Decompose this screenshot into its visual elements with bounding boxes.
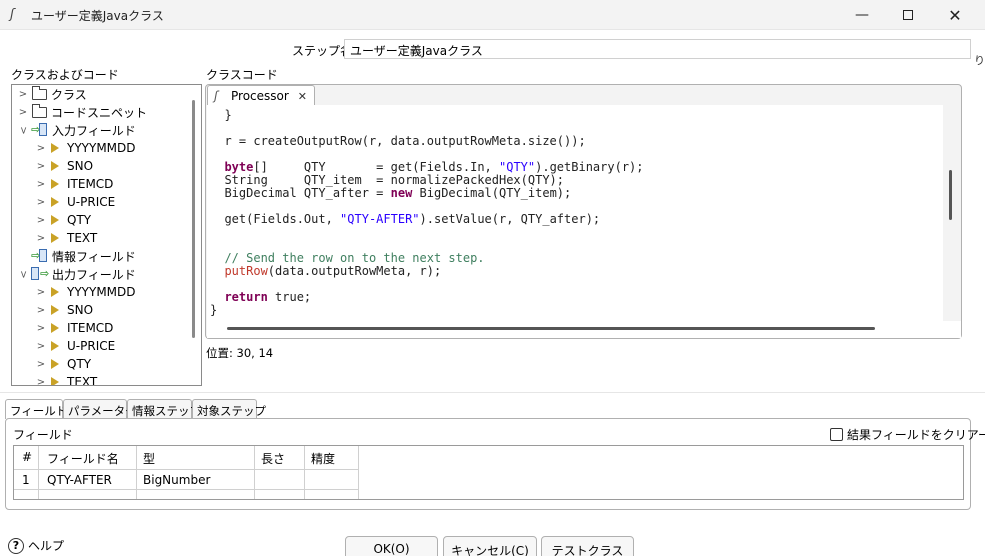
field-icon — [51, 179, 59, 189]
tree-item-field[interactable]: > SNO — [35, 301, 93, 319]
step-name-input[interactable]: ユーザー定義Javaクラス — [344, 39, 971, 59]
chevron-right-icon[interactable]: > — [35, 143, 47, 154]
help-button[interactable]: ? ヘルプ — [8, 537, 64, 554]
tab-processor[interactable]: ʃ Processor ✕ — [207, 85, 315, 106]
class-tree[interactable]: > クラス > コードスニペット > ⇨ 入力フィールド > YYYYMMDD … — [11, 84, 202, 386]
chevron-right-icon[interactable]: > — [17, 107, 29, 118]
cancel-button[interactable]: キャンセル(C) — [443, 536, 537, 556]
field-icon — [51, 197, 59, 207]
title-bar: ʃ ユーザー定義Javaクラス — ✕ — [0, 0, 985, 30]
field-icon — [51, 341, 59, 351]
tree-item-info-fields[interactable]: ⇨ 情報フィールド — [29, 247, 136, 265]
tree-item-field[interactable]: > TEXT — [35, 373, 97, 386]
clipped-edge-text: り — [974, 54, 985, 67]
chevron-right-icon[interactable]: > — [17, 89, 29, 100]
chevron-right-icon[interactable]: > — [35, 341, 47, 352]
code-editor[interactable]: } r = createOutputRow(r, data.outputRowM… — [207, 105, 943, 321]
tree-item-field[interactable]: > U-PRICE — [35, 193, 115, 211]
divider — [0, 392, 985, 393]
field-icon — [51, 359, 59, 369]
chevron-down-icon[interactable]: > — [18, 124, 29, 136]
chevron-right-icon[interactable]: > — [35, 215, 47, 226]
step-name-label: ステップ名 — [292, 44, 353, 58]
code-line[interactable]: r = createOutputRow(r, data.outputRowMet… — [210, 135, 585, 148]
tree-item-classes[interactable]: > クラス — [17, 85, 87, 103]
code-line[interactable]: } — [210, 109, 231, 122]
column-header: # — [22, 450, 33, 464]
code-line[interactable]: return true; — [210, 291, 311, 304]
tree-item-field[interactable]: > ITEMCD — [35, 175, 114, 193]
tab-fields[interactable]: フィールド — [5, 399, 67, 419]
tree-scrollbar[interactable] — [192, 100, 195, 338]
code-vertical-scrollbar[interactable] — [949, 170, 952, 220]
chevron-right-icon[interactable]: > — [35, 359, 47, 370]
chevron-right-icon[interactable]: > — [35, 161, 47, 172]
code-line[interactable]: BigDecimal QTY_after = new BigDecimal(QT… — [210, 187, 571, 200]
chevron-right-icon[interactable]: > — [35, 305, 47, 316]
tree-item-field[interactable]: > YYYYMMDD — [35, 139, 136, 157]
field-icon — [51, 161, 59, 171]
tree-item-code-snippets[interactable]: > コードスニペット — [17, 103, 147, 121]
table-row-number: 1 — [22, 473, 30, 487]
code-line[interactable]: } — [210, 304, 217, 317]
close-tab-icon[interactable]: ✕ — [298, 90, 307, 103]
tree-item-field[interactable]: > QTY — [35, 211, 91, 229]
help-icon: ? — [8, 537, 24, 554]
table-cell-field-name[interactable]: QTY-AFTER — [47, 473, 112, 487]
ok-button[interactable]: OK(O) — [345, 536, 438, 556]
fields-table[interactable]: # フィールド名 型 長さ 精度 1 QTY-AFTER BigNumber — [13, 445, 964, 500]
field-icon — [51, 287, 59, 297]
column-header[interactable]: フィールド名 — [47, 450, 119, 467]
class-code-label: クラスコード — [206, 68, 278, 82]
test-class-button[interactable]: テストクラス — [541, 536, 634, 556]
chevron-down-icon[interactable]: > — [18, 268, 29, 280]
tree-item-input-fields[interactable]: > ⇨ 入力フィールド — [17, 121, 136, 139]
field-icon — [51, 215, 59, 225]
chevron-right-icon[interactable]: > — [35, 179, 47, 190]
output-fields-icon: ⇨ — [31, 267, 49, 281]
window-title: ユーザー定義Javaクラス — [31, 9, 164, 23]
chevron-right-icon[interactable]: > — [35, 323, 47, 334]
maximize-button[interactable] — [885, 0, 931, 30]
cursor-position: 位置: 30, 14 — [206, 346, 274, 360]
info-fields-icon: ⇨ — [31, 249, 49, 263]
field-icon — [51, 305, 59, 315]
column-header[interactable]: 精度 — [311, 450, 335, 467]
code-horizontal-scrollbar[interactable] — [227, 327, 875, 330]
field-icon — [51, 323, 59, 333]
script-icon: ʃ — [214, 89, 219, 103]
chevron-right-icon[interactable]: > — [35, 233, 47, 244]
tree-item-field[interactable]: > TEXT — [35, 229, 97, 247]
tree-item-field[interactable]: > QTY — [35, 355, 91, 373]
chevron-right-icon[interactable]: > — [35, 377, 47, 386]
class-tree-label: クラスおよびコード — [11, 68, 119, 82]
tree-item-field[interactable]: > ITEMCD — [35, 319, 114, 337]
field-icon — [51, 377, 59, 385]
clear-result-fields-checkbox[interactable]: 結果フィールドをクリアー — [830, 426, 985, 443]
tab-target-steps[interactable]: 対象ステップ — [192, 399, 266, 419]
checkbox-icon[interactable] — [830, 428, 843, 441]
tree-item-field[interactable]: > YYYYMMDD — [35, 283, 136, 301]
column-header[interactable]: 型 — [143, 450, 155, 467]
folder-icon — [32, 103, 47, 118]
field-icon — [51, 233, 59, 243]
tree-item-field[interactable]: > U-PRICE — [35, 337, 115, 355]
minimize-button[interactable]: — — [839, 0, 885, 30]
chevron-right-icon[interactable]: > — [35, 287, 47, 298]
tree-item-field[interactable]: > SNO — [35, 157, 93, 175]
input-fields-icon: ⇨ — [31, 123, 49, 137]
close-button[interactable]: ✕ — [932, 0, 978, 30]
folder-icon — [32, 85, 47, 100]
fields-label: フィールド — [13, 428, 73, 442]
tree-item-output-fields[interactable]: > ⇨ 出力フィールド — [17, 265, 136, 283]
field-icon — [51, 143, 59, 153]
table-cell-type[interactable]: BigNumber — [143, 473, 210, 487]
column-header[interactable]: 長さ — [261, 450, 285, 467]
tab-parameters[interactable]: パラメーター — [63, 399, 137, 419]
code-line[interactable]: get(Fields.Out, "QTY-AFTER").setValue(r,… — [210, 213, 600, 226]
tab-info-steps[interactable]: 情報ステップ — [127, 399, 201, 419]
script-icon: ʃ — [10, 7, 15, 22]
chevron-right-icon[interactable]: > — [35, 197, 47, 208]
code-line[interactable]: putRow(data.outputRowMeta, r); — [210, 265, 441, 278]
